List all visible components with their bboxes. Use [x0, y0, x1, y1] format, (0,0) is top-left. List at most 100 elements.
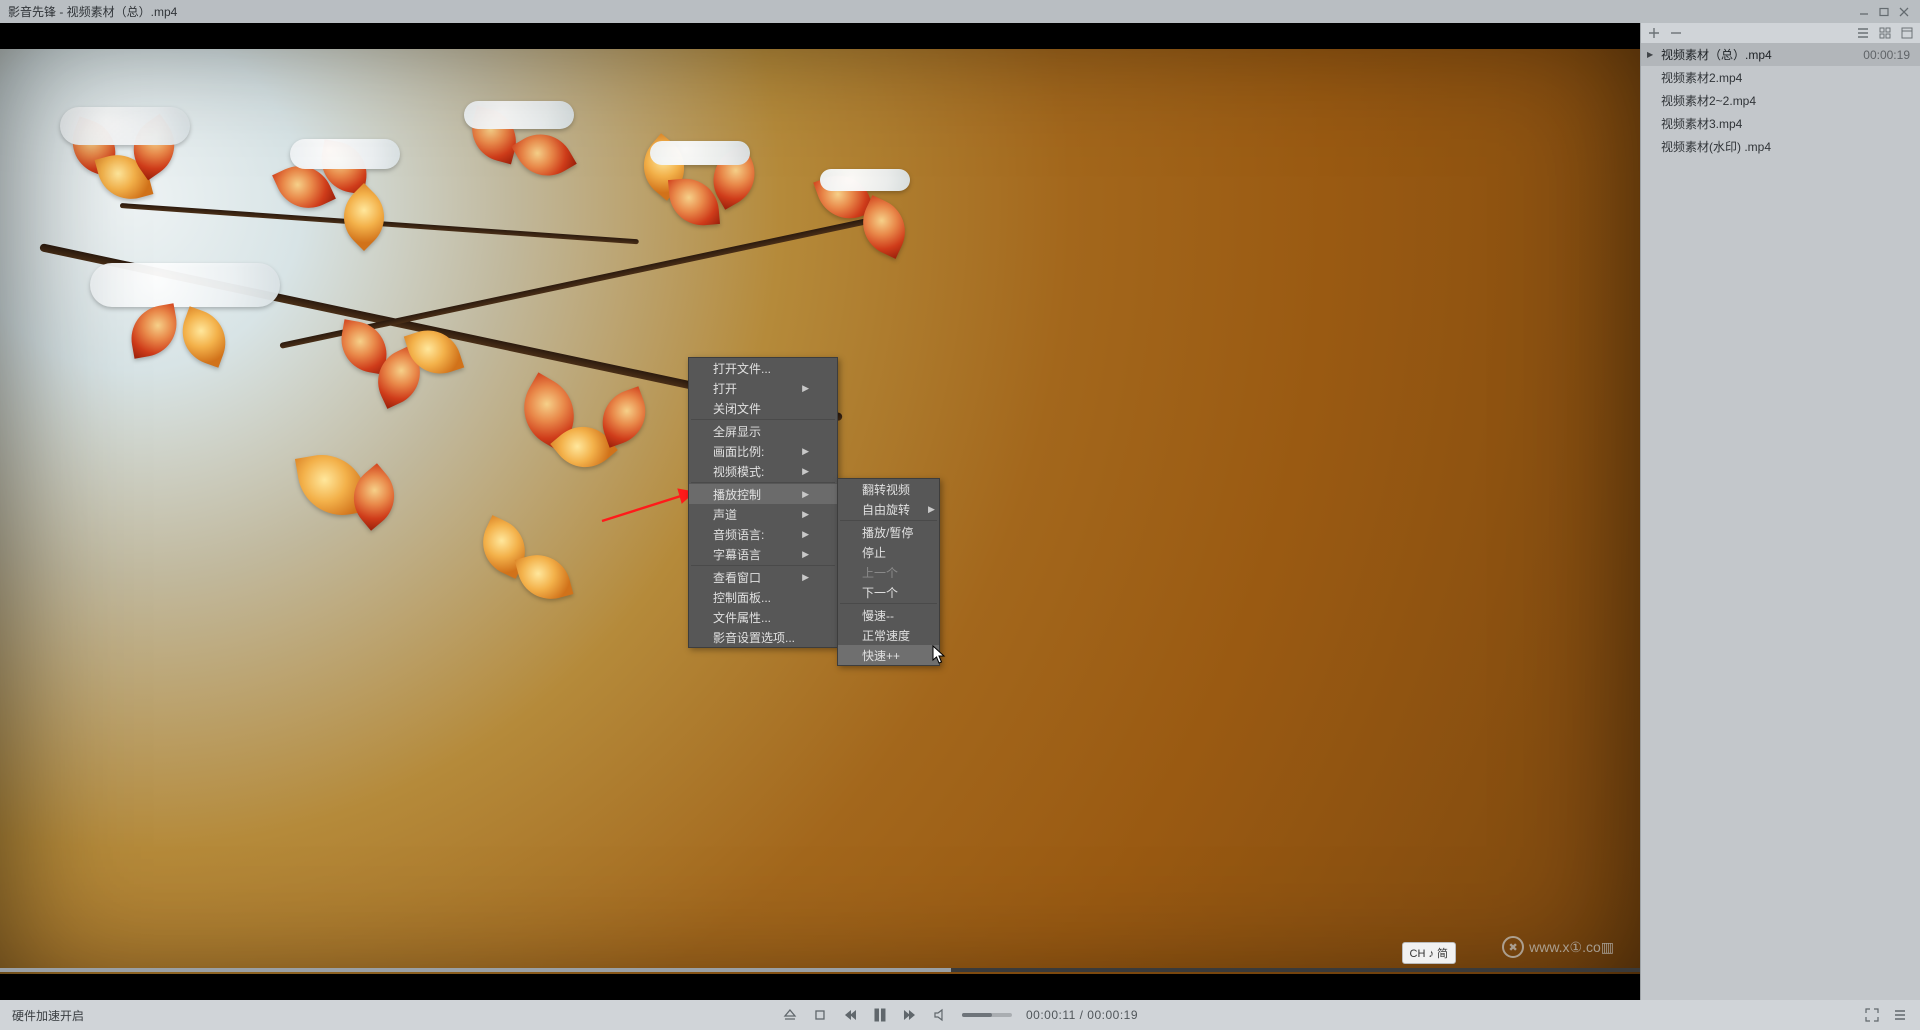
maximize-button[interactable]	[1876, 6, 1892, 18]
menu-item[interactable]: 慢速--	[838, 605, 939, 625]
menu-item[interactable]: 播放控制 ▶	[689, 484, 837, 504]
next-icon[interactable]	[902, 1007, 918, 1023]
menu-item-label: 快速++	[862, 647, 900, 664]
menu-item[interactable]: 打开文件...	[689, 358, 837, 378]
window-buttons	[1856, 6, 1912, 18]
view-grid-icon[interactable]	[1878, 26, 1892, 40]
menu-item-label: 正常速度	[862, 627, 910, 644]
menu-item[interactable]: 翻转视频	[838, 479, 939, 499]
menu-item[interactable]: 关闭文件	[689, 398, 837, 418]
time-display: 00:00:11 / 00:00:19	[1026, 1008, 1138, 1022]
view-list-icon[interactable]	[1856, 26, 1870, 40]
menu-item-label: 播放控制	[713, 486, 761, 503]
playlist-toggle-icon[interactable]	[1892, 1007, 1908, 1023]
menu-item-label: 影音设置选项...	[713, 629, 795, 646]
menu-item[interactable]: 打开 ▶	[689, 378, 837, 398]
menu-separator	[691, 482, 835, 483]
view-detail-icon[interactable]	[1900, 26, 1914, 40]
menu-item-label: 视频模式:	[713, 463, 764, 480]
menu-item-label: 打开	[713, 380, 737, 397]
playlist-item[interactable]: 视频素材（总）.mp4 00:00:19	[1641, 43, 1920, 66]
menu-item: 上一个	[838, 562, 939, 582]
submenu-arrow-icon: ▶	[928, 504, 935, 515]
menu-item[interactable]: 字幕语言 ▶	[689, 544, 837, 564]
menu-item[interactable]: 文件属性...	[689, 607, 837, 627]
watermark-logo-icon	[1502, 936, 1524, 958]
playlist-item[interactable]: 视频素材2~2.mp4	[1641, 89, 1920, 112]
eject-icon[interactable]	[782, 1007, 798, 1023]
control-bar: 硬件加速开启 00:00:11 / 00:00:19	[0, 1000, 1920, 1030]
playlist-item-name: 视频素材（总）.mp4	[1661, 46, 1772, 63]
submenu-arrow-icon: ▶	[802, 572, 809, 583]
menu-item[interactable]: 声道 ▶	[689, 504, 837, 524]
menu-item-label: 上一个	[862, 564, 898, 581]
title-bar: 影音先锋 - 视频素材（总）.mp4	[0, 0, 1920, 23]
context-menu[interactable]: 打开文件...打开▶关闭文件全屏显示画面比例:▶视频模式:▶播放控制▶声道▶音频…	[688, 357, 838, 648]
menu-item[interactable]: 快速++	[838, 645, 939, 665]
menu-item[interactable]: 画面比例: ▶	[689, 441, 837, 461]
menu-item[interactable]: 影音设置选项...	[689, 627, 837, 647]
minimize-button[interactable]	[1856, 6, 1872, 18]
playlist-item-name: 视频素材2~2.mp4	[1661, 92, 1756, 109]
playlist-item-name: 视频素材(水印) .mp4	[1661, 138, 1771, 155]
app-body: CH ♪ 简 www.x①.co▥ 视频素	[0, 23, 1920, 1000]
menu-item[interactable]: 控制面板...	[689, 587, 837, 607]
menu-item-label: 关闭文件	[713, 400, 761, 417]
menu-item-label: 查看窗口	[713, 569, 761, 586]
menu-item[interactable]: 查看窗口 ▶	[689, 567, 837, 587]
submenu-arrow-icon: ▶	[802, 489, 809, 500]
progress-bar[interactable]	[0, 968, 1640, 972]
submenu-arrow-icon: ▶	[802, 446, 809, 457]
volume-icon[interactable]	[932, 1007, 948, 1023]
expand-icon[interactable]	[1864, 1007, 1880, 1023]
playlist-item[interactable]: 视频素材3.mp4	[1641, 112, 1920, 135]
menu-item-label: 字幕语言	[713, 546, 761, 563]
submenu-arrow-icon: ▶	[802, 549, 809, 560]
menu-item[interactable]: 音频语言: ▶	[689, 524, 837, 544]
menu-item[interactable]: 全屏显示	[689, 421, 837, 441]
menu-item-label: 翻转视频	[862, 481, 910, 498]
submenu-arrow-icon: ▶	[802, 466, 809, 477]
submenu-arrow-icon: ▶	[802, 383, 809, 394]
hw-accel-status: 硬件加速开启	[12, 1007, 84, 1024]
menu-item[interactable]: 播放/暂停	[838, 522, 939, 542]
playlist-remove-icon[interactable]	[1669, 26, 1683, 40]
volume-slider[interactable]	[962, 1013, 1012, 1017]
menu-item-label: 慢速--	[862, 607, 894, 624]
menu-item-label: 下一个	[862, 584, 898, 601]
menu-item[interactable]: 下一个	[838, 582, 939, 602]
menu-item[interactable]: 自由旋转 ▶	[838, 499, 939, 519]
playlist-item-duration: 00:00:19	[1863, 48, 1910, 62]
menu-item-label: 控制面板...	[713, 589, 771, 606]
submenu-arrow-icon: ▶	[802, 509, 809, 520]
play-pause-icon[interactable]	[872, 1007, 888, 1023]
menu-item[interactable]: 正常速度	[838, 625, 939, 645]
playlist-sidebar: 视频素材（总）.mp4 00:00:19 视频素材2.mp4 视频素材2~2.mp4 视…	[1640, 23, 1920, 1000]
menu-separator	[840, 520, 937, 521]
menu-item[interactable]: 停止	[838, 542, 939, 562]
transport-controls: 00:00:11 / 00:00:19	[782, 1007, 1138, 1023]
menu-item[interactable]: 视频模式: ▶	[689, 461, 837, 481]
menu-item-label: 文件属性...	[713, 609, 771, 626]
playlist-item-name: 视频素材3.mp4	[1661, 115, 1742, 132]
submenu-arrow-icon: ▶	[802, 529, 809, 540]
menu-item-label: 自由旋转	[862, 501, 910, 518]
playlist-item[interactable]: 视频素材2.mp4	[1641, 66, 1920, 89]
menu-item-label: 全屏显示	[713, 423, 761, 440]
playlist-item[interactable]: 视频素材(水印) .mp4	[1641, 135, 1920, 158]
menu-item-label: 打开文件...	[713, 360, 771, 377]
menu-item-label: 画面比例:	[713, 443, 764, 460]
stop-icon[interactable]	[812, 1007, 828, 1023]
close-button[interactable]	[1896, 6, 1912, 18]
ime-badge[interactable]: CH ♪ 简	[1402, 942, 1457, 964]
watermark: www.x①.co▥	[1502, 936, 1614, 958]
playlist[interactable]: 视频素材（总）.mp4 00:00:19 视频素材2.mp4 视频素材2~2.mp4 视…	[1641, 43, 1920, 1000]
menu-item-label: 播放/暂停	[862, 524, 913, 541]
menu-item-label: 声道	[713, 506, 737, 523]
menu-item-label: 音频语言:	[713, 526, 764, 543]
prev-icon[interactable]	[842, 1007, 858, 1023]
context-submenu-playback[interactable]: 翻转视频自由旋转 ▶ 播放/暂停停止上一个下一个慢速-- 正常速度快速++	[837, 478, 940, 666]
playlist-add-icon[interactable]	[1647, 26, 1661, 40]
annotation-arrow-icon	[598, 485, 698, 525]
right-controls	[1864, 1007, 1908, 1023]
